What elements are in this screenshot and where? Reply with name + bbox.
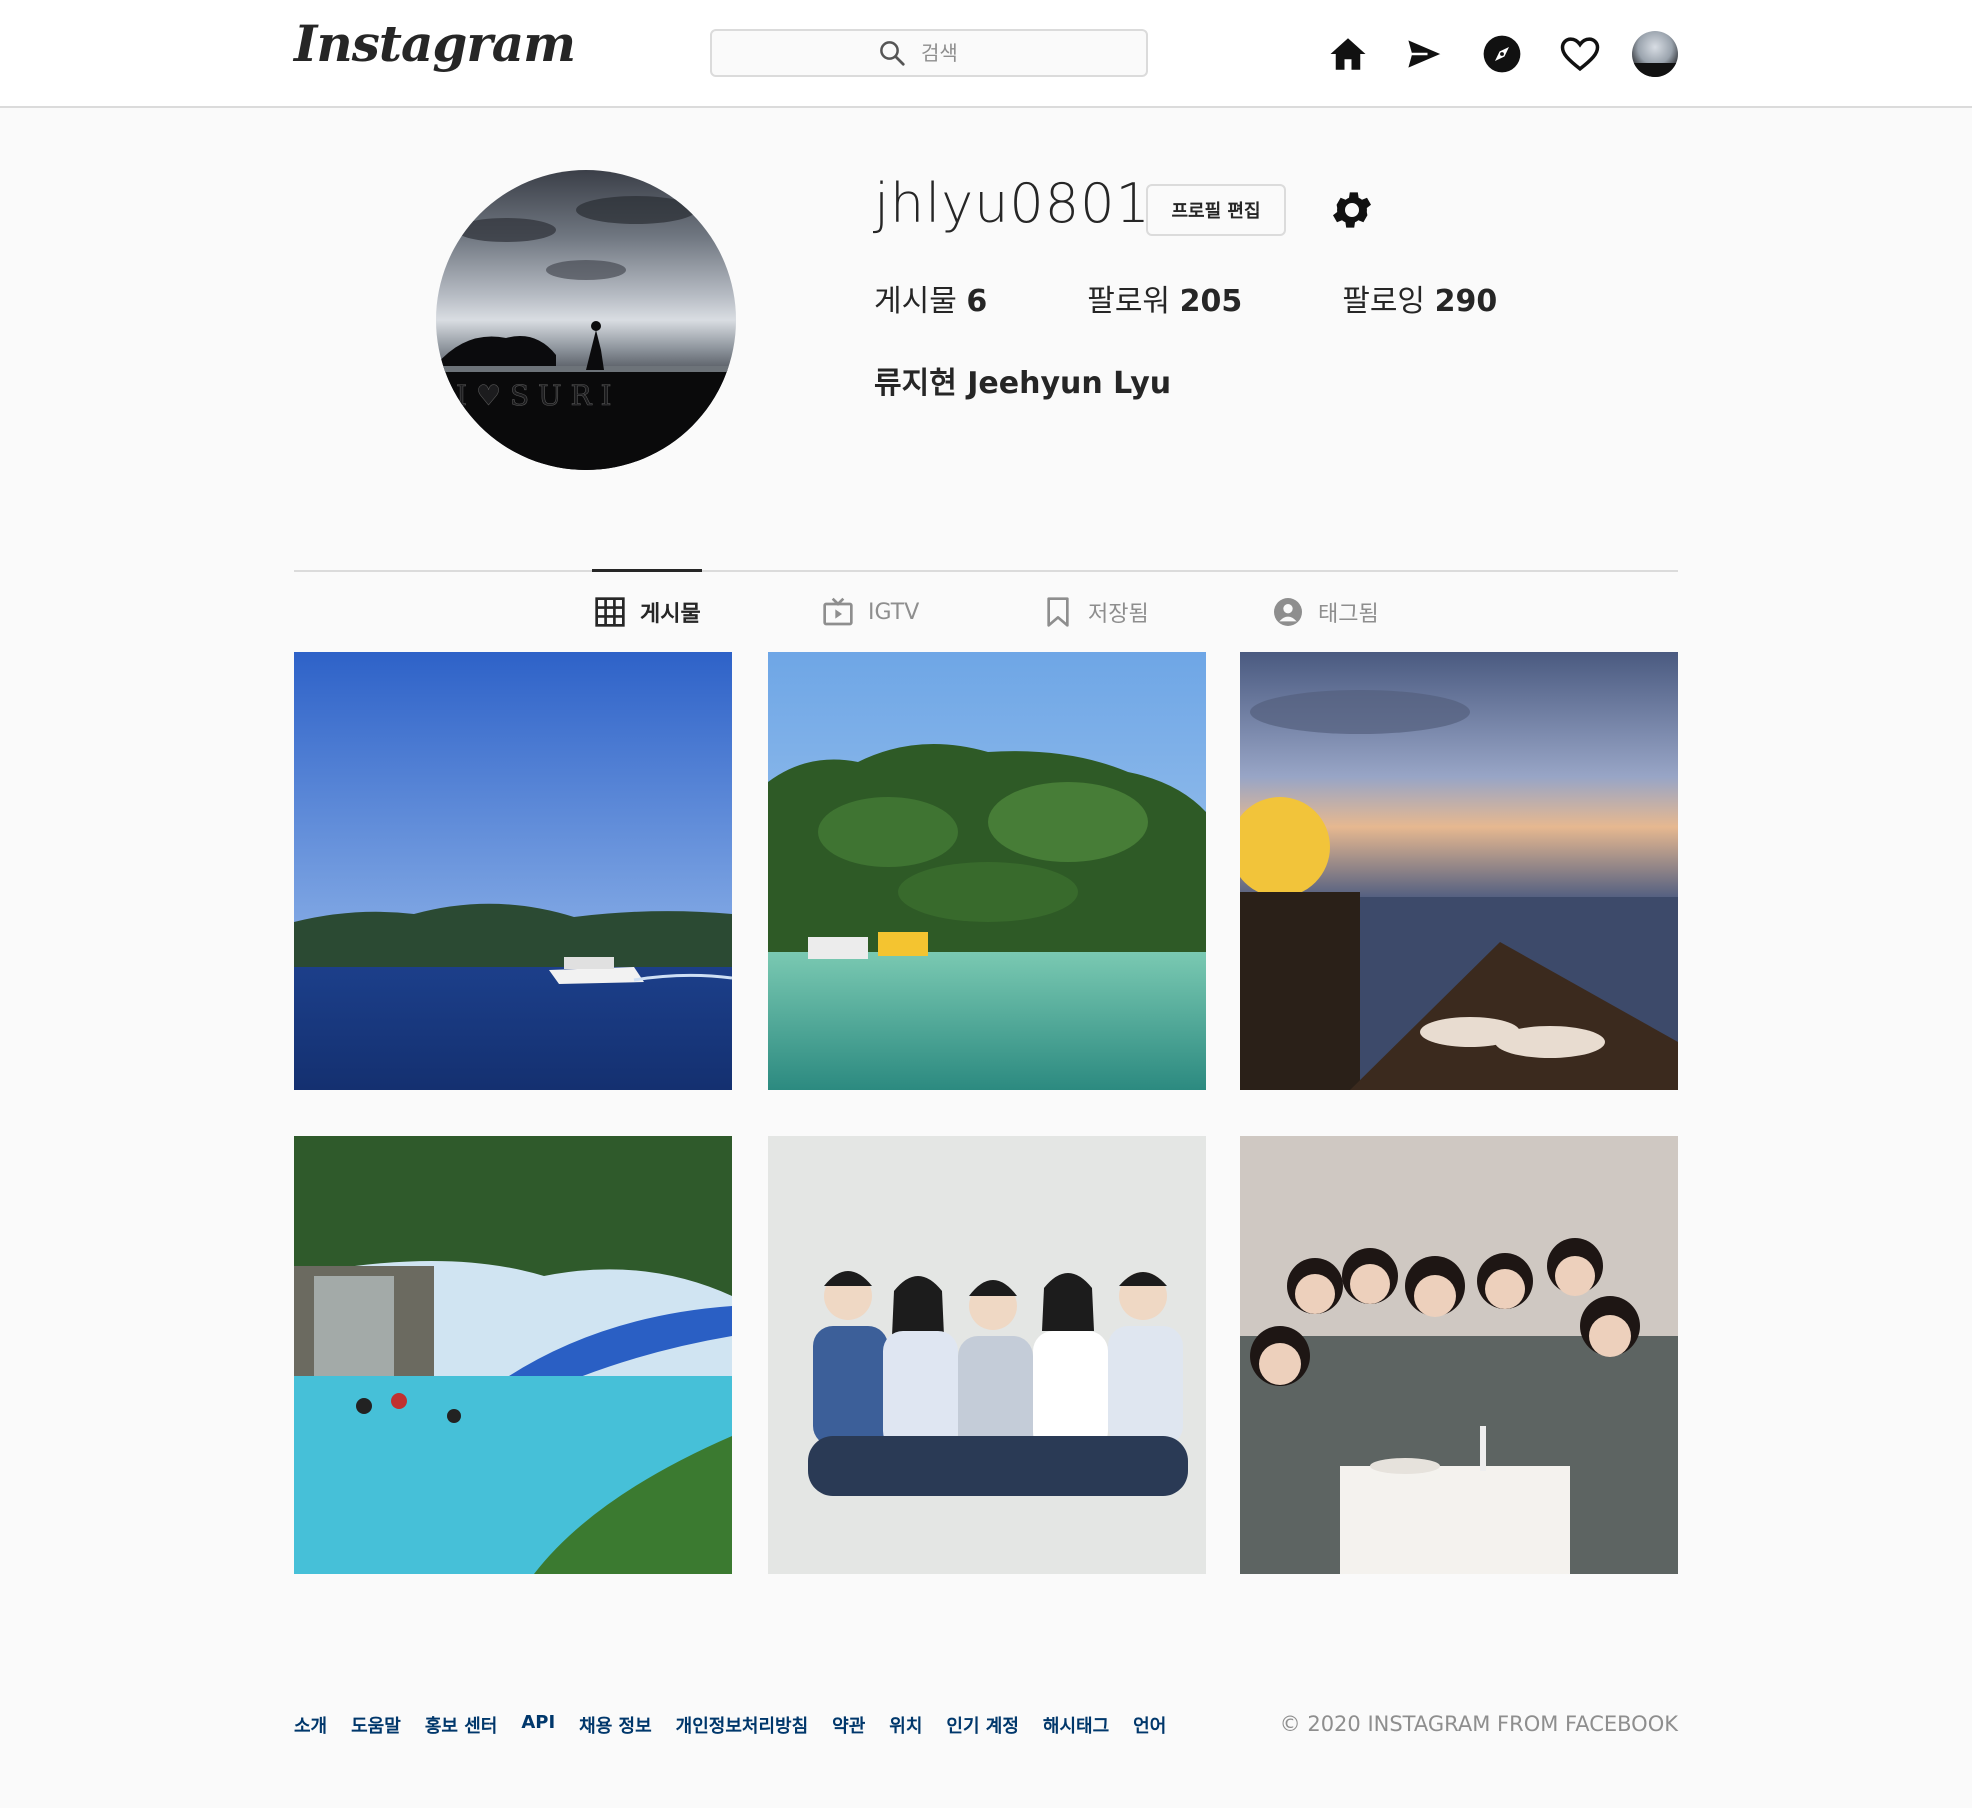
post-image-island-boats (768, 652, 1206, 1090)
activity-heart-icon[interactable] (1558, 32, 1602, 76)
post-thumbnail[interactable] (768, 1136, 1206, 1574)
footer-link-api[interactable]: API (521, 1712, 555, 1738)
edit-profile-button[interactable]: 프로필 편집 (1146, 184, 1286, 236)
active-tab-indicator (592, 569, 702, 572)
footer-link-about[interactable]: 소개 (294, 1712, 327, 1738)
search-icon (880, 41, 905, 66)
stat-followers-label: 팔로워 (1087, 284, 1171, 319)
grid-icon (595, 597, 625, 627)
copyright-text: © 2020 INSTAGRAM FROM FACEBOOK (1279, 1712, 1678, 1736)
tab-tagged[interactable]: 태그됨 (1272, 592, 1379, 632)
direct-icon[interactable] (1402, 32, 1446, 76)
tab-igtv-label: IGTV (868, 599, 920, 625)
instagram-logo[interactable]: Instagram (294, 14, 576, 73)
stat-followers-value: 205 (1179, 284, 1243, 319)
bookmark-icon (1047, 597, 1069, 627)
settings-gear-icon[interactable] (1328, 186, 1376, 234)
post-image-pool-resort (294, 1136, 732, 1574)
tab-igtv[interactable]: IGTV (822, 592, 919, 632)
footer-link-privacy[interactable]: 개인정보처리방침 (676, 1712, 808, 1738)
stat-following[interactable]: 팔로잉 290 (1342, 276, 1497, 320)
user-tag-icon (1274, 598, 1302, 626)
footer-link-help[interactable]: 도움말 (351, 1712, 401, 1738)
footer-link-terms[interactable]: 약관 (832, 1712, 865, 1738)
stat-posts-label: 게시물 (874, 284, 957, 319)
profile-avatar-nav[interactable] (1632, 31, 1678, 77)
post-thumbnail[interactable] (294, 1136, 732, 1574)
footer-link-hashtags[interactable]: 해시태그 (1043, 1712, 1109, 1738)
tab-posts[interactable]: 게시물 (594, 592, 701, 632)
post-thumbnail[interactable] (768, 652, 1206, 1090)
tab-saved-label: 저장됨 (1088, 602, 1149, 627)
footer-links: 소개 도움말 홍보 센터 API 채용 정보 개인정보처리방침 약관 위치 인기… (294, 1712, 1190, 1738)
tab-saved[interactable]: 저장됨 (1042, 592, 1149, 632)
profile-full-name: 류지현 Jeehyun Lyu (874, 366, 1172, 401)
profile-picture-image: I ♥ S U R I (436, 196, 736, 470)
stat-followers[interactable]: 팔로워 205 (1087, 276, 1242, 320)
footer-link-language[interactable]: 언어 (1133, 1712, 1166, 1738)
home-icon[interactable] (1326, 32, 1370, 76)
profile-username: jhlyu0801 (874, 172, 1151, 235)
stat-posts-value: 6 (966, 284, 988, 319)
footer-link-top-accounts[interactable]: 인기 계정 (946, 1712, 1019, 1738)
stat-following-value: 290 (1434, 284, 1498, 319)
stat-posts[interactable]: 게시물 6 (874, 276, 987, 320)
svg-text:I ♥ S U R I: I ♥ S U R I (456, 379, 612, 412)
tab-tagged-label: 태그됨 (1318, 602, 1379, 627)
post-image-sunset-dinner (1240, 652, 1678, 1090)
profile-stats: 게시물 6 팔로워 205 팔로잉 290 (874, 276, 1597, 320)
post-thumbnail[interactable] (1240, 652, 1678, 1090)
post-thumbnail[interactable] (294, 652, 732, 1090)
post-image-boat-sea (294, 652, 732, 1090)
tab-posts-label: 게시물 (640, 602, 701, 627)
footer-link-locations[interactable]: 위치 (889, 1712, 922, 1738)
footer-link-jobs[interactable]: 채용 정보 (579, 1712, 652, 1738)
explore-icon[interactable] (1480, 32, 1524, 76)
tab-divider (294, 570, 1678, 572)
post-image-friends-party (1240, 1136, 1678, 1574)
search-input[interactable] (921, 41, 981, 65)
footer-link-press[interactable]: 홍보 센터 (425, 1712, 498, 1738)
post-image-family-photo (768, 1136, 1206, 1574)
tv-icon (823, 597, 853, 626)
stat-following-label: 팔로잉 (1342, 284, 1426, 319)
search-box[interactable] (710, 29, 1148, 77)
profile-picture[interactable]: I ♥ S U R I (436, 170, 736, 470)
top-navigation-bar: Instagram (0, 0, 1972, 108)
post-thumbnail[interactable] (1240, 1136, 1678, 1574)
